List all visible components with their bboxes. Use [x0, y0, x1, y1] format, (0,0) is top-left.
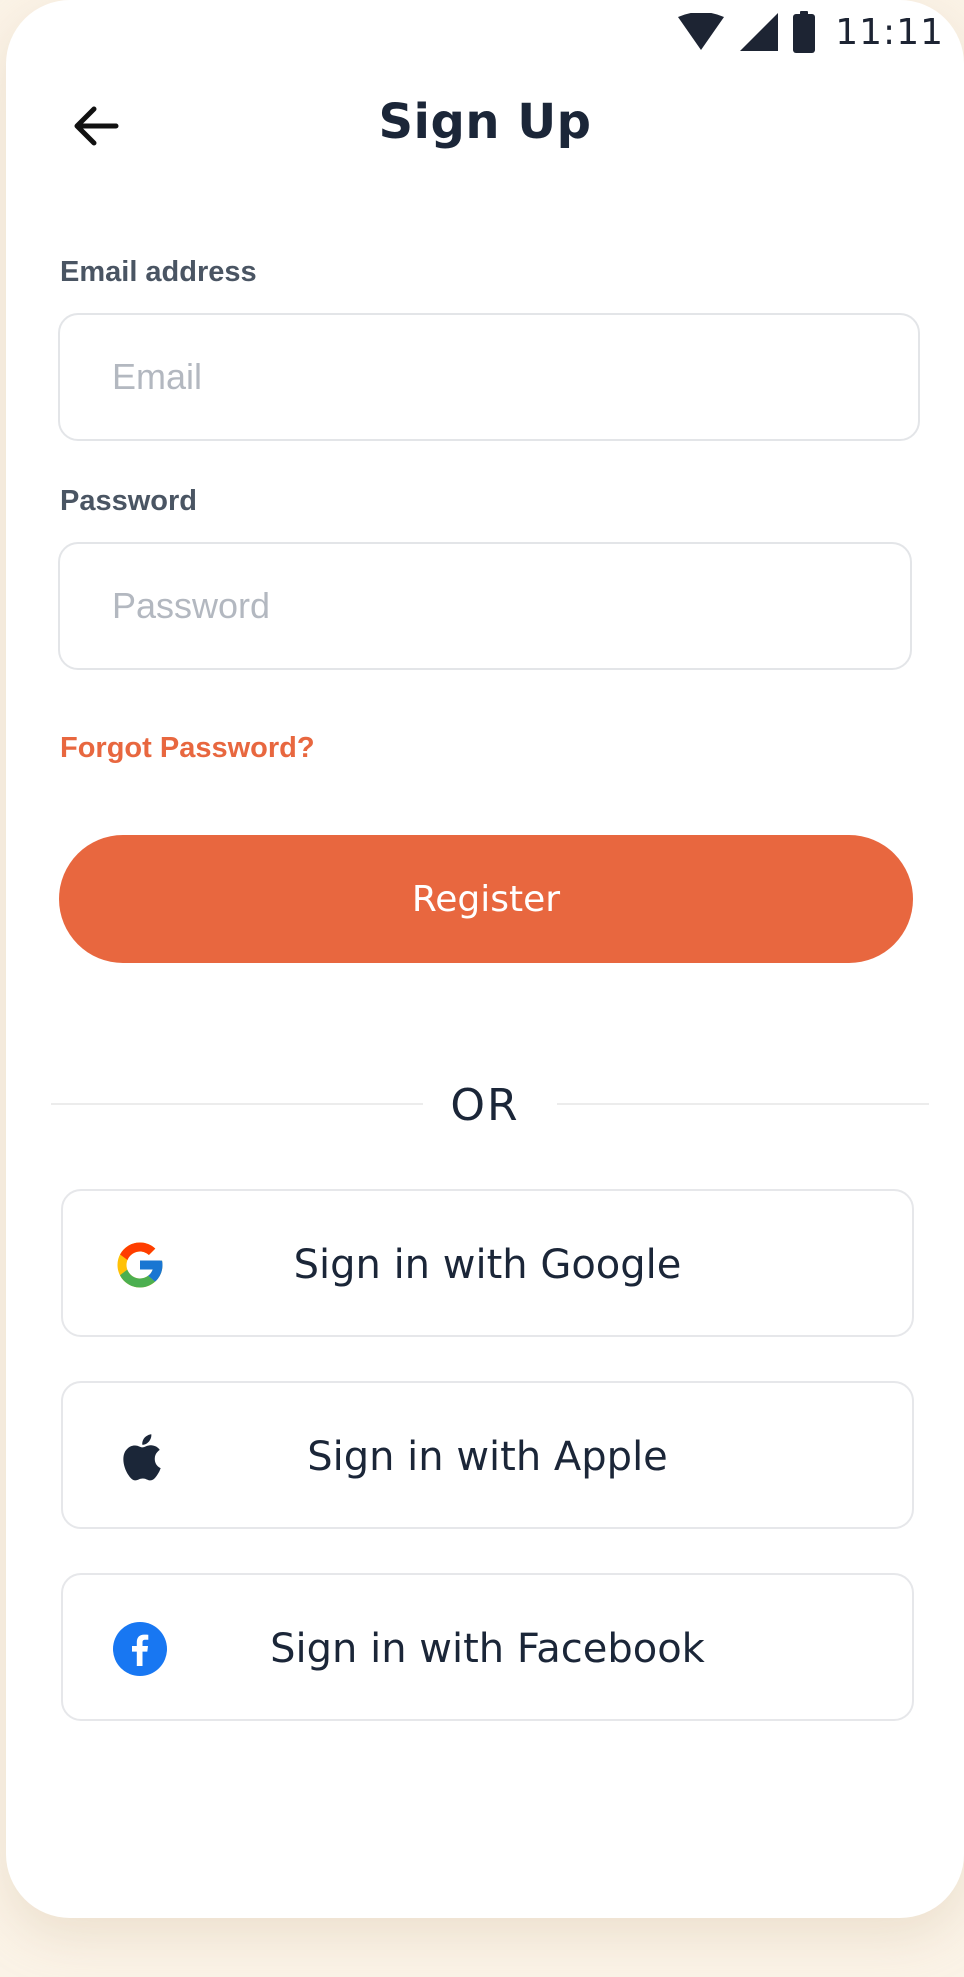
battery-icon — [793, 11, 816, 53]
facebook-signin-button[interactable]: Sign in with Facebook — [61, 1573, 914, 1721]
google-signin-button[interactable]: Sign in with Google — [61, 1189, 914, 1337]
or-divider-label: OR — [450, 1080, 520, 1131]
apple-signin-label: Sign in with Apple — [307, 1434, 668, 1480]
register-button[interactable]: Register — [59, 835, 913, 963]
password-label: Password — [60, 485, 197, 517]
facebook-signin-label: Sign in with Facebook — [270, 1626, 705, 1672]
google-signin-label: Sign in with Google — [293, 1242, 682, 1288]
status-bar: 11:11 — [677, 10, 944, 54]
status-time: 11:11 — [835, 11, 944, 53]
password-input[interactable] — [58, 542, 912, 670]
email-input[interactable] — [58, 313, 920, 441]
cell-signal-icon — [739, 12, 779, 52]
forgot-password-link[interactable]: Forgot Password? — [60, 732, 315, 765]
divider-line-right — [557, 1103, 929, 1105]
apple-signin-button[interactable]: Sign in with Apple — [61, 1381, 914, 1529]
email-label: Email address — [60, 256, 257, 288]
wifi-icon — [677, 13, 725, 51]
page-title: Sign Up — [378, 94, 592, 150]
signup-screen: 11:11 Sign Up Email address Password For… — [6, 0, 964, 1918]
